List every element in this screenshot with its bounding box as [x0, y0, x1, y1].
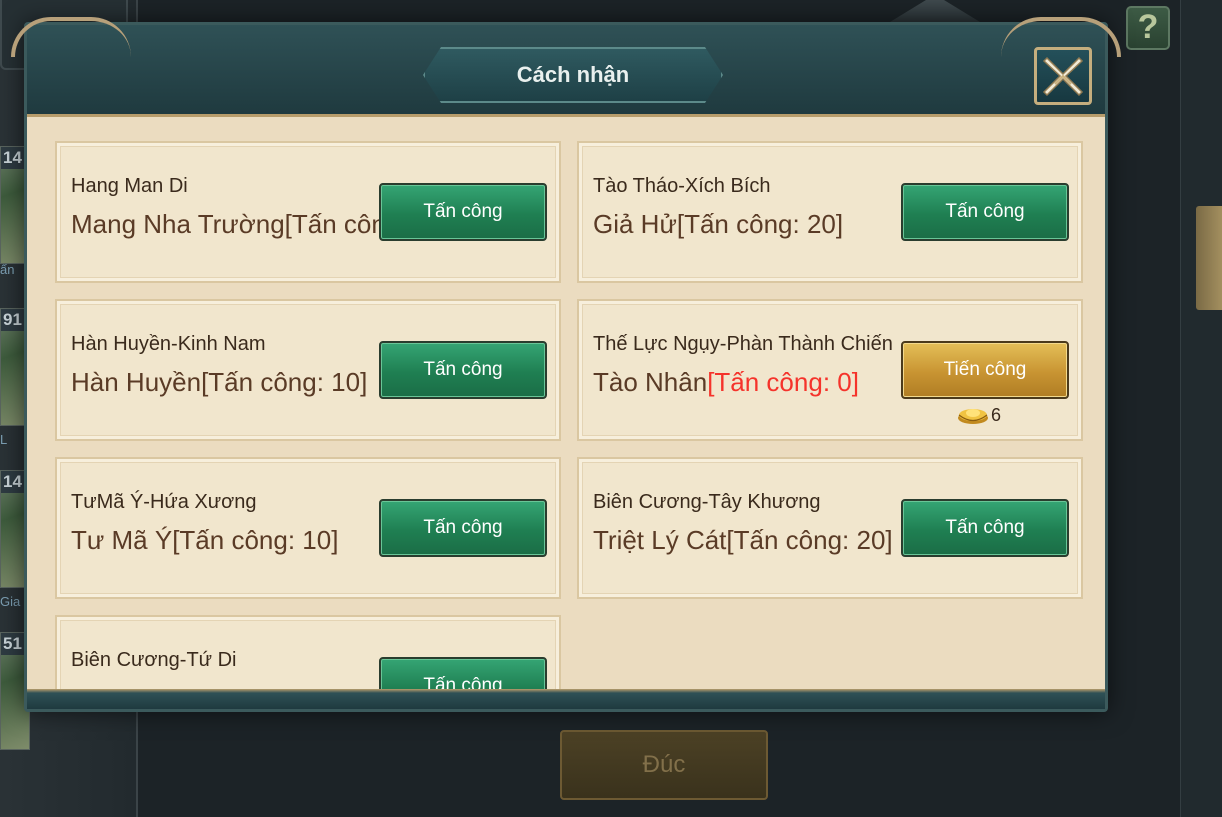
background-side-tab[interactable] — [1196, 206, 1222, 310]
source-card: Tào Tháo-Xích Bích Giả Hử[Tấn công: 20] … — [577, 141, 1083, 283]
attack-button[interactable]: Tấn công — [901, 499, 1069, 557]
corner-ornament — [11, 17, 131, 57]
source-card: TưMã Ý-Hứa Xương Tư Mã Ý[Tấn công: 10] T… — [55, 457, 561, 599]
attack-button[interactable]: Tấn công — [379, 657, 547, 689]
source-card-title: Hàn Huyền-Kinh Nam — [71, 333, 266, 355]
title-plate: Cách nhận — [423, 47, 723, 103]
forge-button[interactable]: Đúc — [560, 730, 768, 800]
source-card-target: Triệt Lý Cát[Tấn công: 20] — [593, 525, 893, 555]
source-card-target: Tào Nhân[Tấn công: 0] — [593, 367, 859, 397]
source-card: Biên Cương-Tứ Di Tấn công — [55, 615, 561, 689]
source-card: Hàn Huyền-Kinh Nam Hàn Huyền[Tấn công: 1… — [55, 299, 561, 441]
advance-button[interactable]: Tiến công — [901, 341, 1069, 399]
attack-button[interactable]: Tấn công — [379, 341, 547, 399]
source-card: Hang Man Di Mang Nha Trường[Tấn công: 3]… — [55, 141, 561, 283]
dialog-footer — [27, 689, 1105, 709]
close-x-icon — [1042, 56, 1084, 97]
background-frame-ornament — [890, 0, 980, 22]
source-card: Thế Lực Ngụy-Phàn Thành Chiến Tào Nhân[T… — [577, 299, 1083, 441]
source-card-target: Giả Hử[Tấn công: 20] — [593, 209, 844, 239]
source-card-target: Hàn Huyền[Tấn công: 10] — [71, 367, 368, 397]
source-card-target: Tư Mã Ý[Tấn công: 10] — [71, 525, 339, 555]
close-button[interactable] — [1034, 47, 1092, 105]
ingot-cost-value: 6 — [991, 405, 1002, 425]
attack-button[interactable]: Tấn công — [379, 499, 547, 557]
dialog-title: Cách nhận — [516, 62, 630, 87]
dialog-header: Cách nhận — [11, 17, 1121, 117]
gold-ingot-icon — [958, 408, 988, 424]
source-card-title: Thế Lực Ngụy-Phàn Thành Chiến — [593, 333, 893, 355]
background-right-panel — [1180, 0, 1222, 817]
source-card-title: Biên Cương-Tây Khương — [593, 491, 821, 513]
dialog-body: Hang Man Di Mang Nha Trường[Tấn công: 3]… — [27, 117, 1105, 689]
attack-button[interactable]: Tấn công — [901, 183, 1069, 241]
source-card-title: Tào Tháo-Xích Bích — [593, 175, 771, 197]
source-card: Biên Cương-Tây Khương Triệt Lý Cát[Tấn c… — [577, 457, 1083, 599]
help-button[interactable]: ? — [1126, 6, 1170, 50]
ingot-cost: 6 — [957, 405, 1001, 426]
attack-button[interactable]: Tấn công — [379, 183, 547, 241]
source-card-title: Hang Man Di — [71, 175, 188, 197]
obtain-method-dialog: Cách nhận Hang Man Di Mang Nha Trường[Tấ… — [11, 17, 1121, 712]
source-card-title: TưMã Ý-Hứa Xương — [71, 491, 257, 513]
source-card-title: Biên Cương-Tứ Di — [71, 649, 237, 671]
